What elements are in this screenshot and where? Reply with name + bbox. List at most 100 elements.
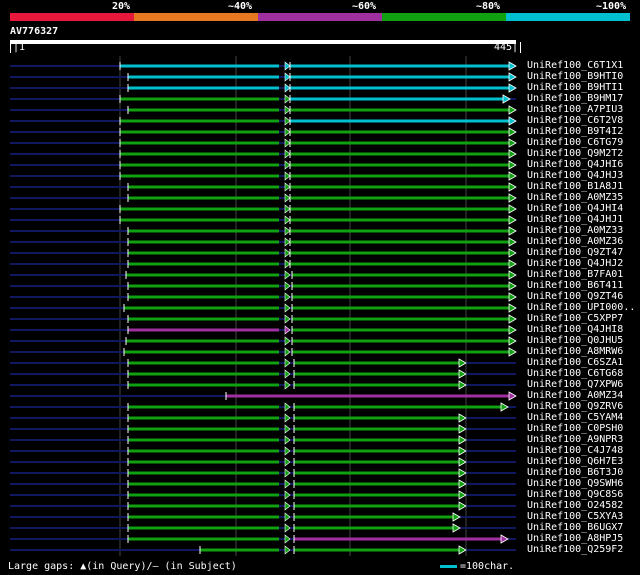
hit-label[interactable]: UniRef100_C6T1X1 [527,60,623,71]
hit-mid-marker [284,545,291,555]
hit-mid-marker [284,512,291,522]
hit-mid-marker [284,72,291,82]
hit-label[interactable]: UniRef100_Q4JHJ2 [527,258,623,269]
hit-arrowhead [458,490,467,500]
hit-label[interactable]: UniRef100_C6TG68 [527,368,623,379]
hit-label[interactable]: UniRef100_UPI000.. [527,302,635,313]
hit-arrowhead [458,413,467,423]
hit-mid-marker [284,336,291,346]
hit-label[interactable]: UniRef100_Q9ZRV6 [527,401,623,412]
hit-mid-marker [284,171,291,181]
hit-arrowhead [508,116,517,126]
hit-label[interactable]: UniRef100_Q9ZT47 [527,247,623,258]
hit-label[interactable]: UniRef100_A0MZ34 [527,390,623,401]
hit-arrowhead [508,72,517,82]
hit-label[interactable]: UniRef100_B6UGX7 [527,522,623,533]
hit-arrowhead [458,468,467,478]
hit-label[interactable]: UniRef100_B6T411 [527,280,623,291]
hit-label[interactable]: UniRef100_B9HTI0 [527,71,623,82]
legend-swatch-purple [258,13,382,21]
hit-label[interactable]: UniRef100_C0PSH0 [527,423,623,434]
hit-label[interactable]: UniRef100_Q9SWH6 [527,478,623,489]
hit-label[interactable]: UniRef100_C4J748 [527,445,623,456]
hit-mid-marker [284,248,291,258]
hit-arrowhead [458,501,467,511]
hit-label[interactable]: UniRef100_A7PIU3 [527,104,623,115]
hit-mid-marker [284,215,291,225]
hit-label[interactable]: UniRef100_B9HTI1 [527,82,623,93]
hit-arrowhead [452,523,461,533]
hit-label[interactable]: UniRef100_C5XPP7 [527,313,623,324]
hit-label[interactable]: UniRef100_B1A8J1 [527,181,623,192]
hit-arrowhead [508,138,517,148]
hit-arrowhead [508,391,517,401]
hit-arrowhead [508,149,517,159]
hit-mid-marker [284,358,291,368]
hit-label[interactable]: UniRef100_B9HM17 [527,93,623,104]
hit-label[interactable]: UniRef100_C5YAM4 [527,412,623,423]
legend-label-20: 20% [112,1,131,12]
hit-label[interactable]: UniRef100_C6SZA1 [527,357,623,368]
hit-arrowhead [508,61,517,71]
hit-label[interactable]: UniRef100_B9T4I2 [527,126,623,137]
hit-arrowhead [458,545,467,555]
hit-mid-marker [284,160,291,170]
hit-label[interactable]: UniRef100_O24582 [527,500,623,511]
hit-label[interactable]: UniRef100_A9NPR3 [527,434,623,445]
hit-mid-marker [284,116,291,126]
hit-mid-marker [284,259,291,269]
hit-label[interactable]: UniRef100_C5XYA3 [527,511,623,522]
query-id: AV776327 [10,26,59,37]
hit-arrowhead [458,380,467,390]
hit-label[interactable]: UniRef100_Q4JHJ1 [527,214,623,225]
hit-label[interactable]: UniRef100_Q9ZT46 [527,291,623,302]
legend-label-80: ~80% [476,1,501,12]
hit-label[interactable]: UniRef100_Q259F2 [527,544,623,555]
legend-swatch-cyan [506,13,630,21]
legend-swatch-green [382,13,506,21]
hit-arrowhead [458,435,467,445]
hit-label[interactable]: UniRef100_Q9C8S6 [527,489,623,500]
hit-label[interactable]: UniRef100_Q7XPW6 [527,379,623,390]
hit-label[interactable]: UniRef100_Q4JHI8 [527,324,623,335]
legend-label-40: ~40% [228,1,253,12]
hit-mid-marker [284,457,291,467]
hit-mid-marker [284,380,291,390]
hit-label[interactable]: UniRef100_Q6H7E3 [527,456,623,467]
hit-label[interactable]: UniRef100_C6TG79 [527,137,623,148]
hit-mid-marker [284,270,291,280]
hit-label[interactable]: UniRef100_C6T2V8 [527,115,623,126]
hit-mid-marker [284,468,291,478]
hit-label[interactable]: UniRef100_Q4JHJ3 [527,170,623,181]
hit-label[interactable]: UniRef100_Q4JHI6 [527,159,623,170]
hit-mid-marker [284,523,291,533]
hit-label[interactable]: UniRef100_A8MRW6 [527,346,623,357]
hit-mid-marker [284,369,291,379]
hit-arrowhead [500,534,509,544]
query-start-label: |1 [10,42,25,53]
hit-label[interactable]: UniRef100_A0MZ36 [527,236,623,247]
hit-label[interactable]: UniRef100_Q9M2T2 [527,148,623,159]
scale-swatch [440,564,457,568]
hit-arrowhead [508,226,517,236]
hit-arrowhead [508,314,517,324]
hit-label[interactable]: UniRef100_A8HPJ5 [527,533,623,544]
hit-label[interactable]: UniRef100_B6T3J0 [527,467,623,478]
hit-mid-marker [284,226,291,236]
hit-arrowhead [508,160,517,170]
hit-label[interactable]: UniRef100_B7FA01 [527,269,623,280]
hit-mid-marker [284,325,291,335]
legend-label-60: ~60% [352,1,377,12]
hit-arrowhead [508,303,517,313]
hit-arrowhead [508,193,517,203]
legend-swatch-red [10,13,134,21]
hit-mid-marker [284,138,291,148]
hit-label[interactable]: UniRef100_Q4JHI4 [527,203,623,214]
hit-label[interactable]: UniRef100_A0MZ35 [527,192,623,203]
hit-label[interactable]: UniRef100_A0MZ33 [527,225,623,236]
hit-arrowhead [508,325,517,335]
hit-mid-marker [284,61,291,71]
hit-arrowhead [458,424,467,434]
hit-mid-marker [284,83,291,93]
hit-label[interactable]: UniRef100_Q0JHU5 [527,335,623,346]
